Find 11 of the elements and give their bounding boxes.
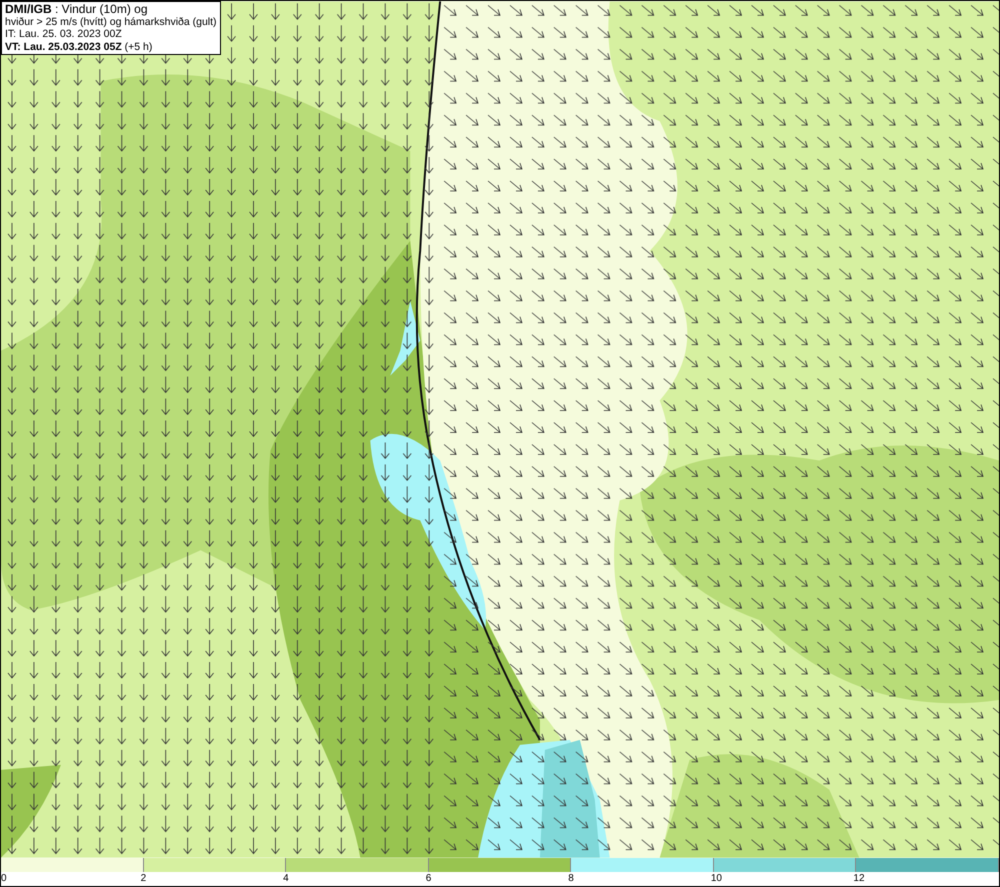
colorbar-label: 6 — [426, 872, 432, 885]
colorbar-label: 2 — [140, 872, 146, 885]
legend-text: hviður > 25 m/s (hvítt) og hámarkshviða (gult) — [5, 16, 217, 28]
colorbar-label: 12 — [853, 872, 865, 885]
colorbar-label: 8 — [568, 872, 574, 885]
legend-text: VT: Lau. 25.03.2023 05Z (+5 h) — [5, 40, 154, 53]
colorbar-label: 4 — [283, 872, 289, 885]
colorbar-label: 10 — [710, 872, 722, 885]
legend-text: IT: Lau. 25. 03. 2023 00Z — [5, 28, 123, 40]
colorbar-label: 0 — [1, 872, 7, 885]
legend-text: DMI/IGB : Vindur (10m) og — [5, 3, 148, 16]
